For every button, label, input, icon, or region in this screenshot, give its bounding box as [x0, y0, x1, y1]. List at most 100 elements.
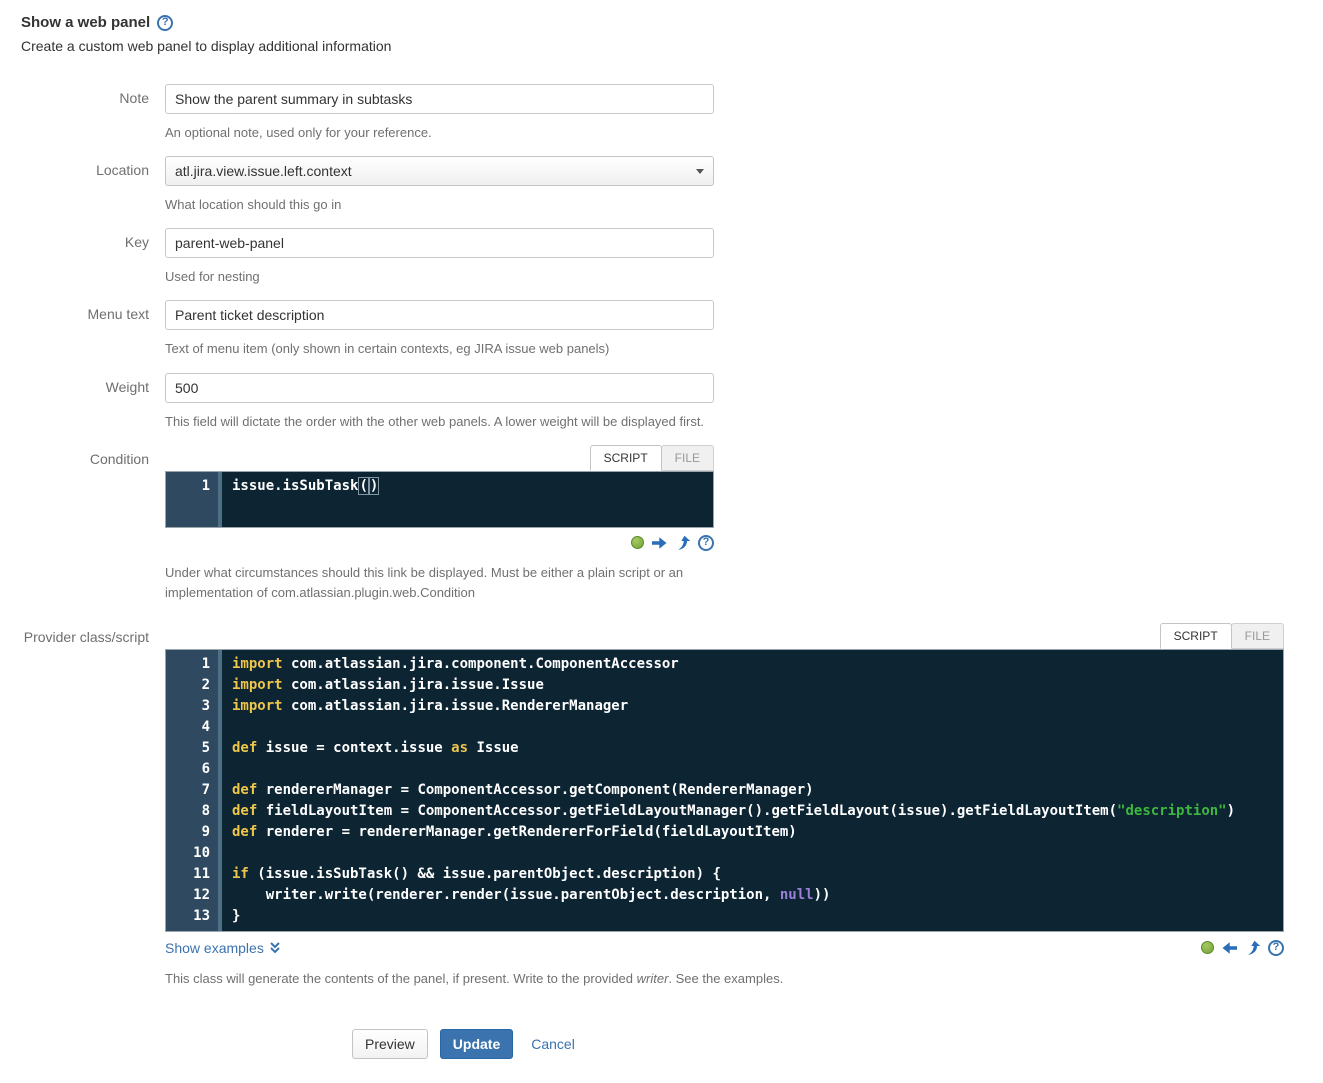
condition-help: Under what circumstances should this lin…: [165, 563, 705, 603]
code-line: 10: [166, 843, 1283, 864]
line-number: 3: [166, 696, 218, 717]
page-title: Show a web panel: [21, 14, 150, 31]
code-text: def rendererManager = ComponentAccessor.…: [218, 780, 814, 801]
code-text: [218, 717, 232, 738]
provider-row: Provider class/script SCRIPT FILE 1impor…: [21, 623, 1302, 989]
note-help: An optional note, used only for your ref…: [165, 123, 714, 143]
code-text: import com.atlassian.jira.issue.Renderer…: [218, 696, 628, 717]
code-line: 13}: [166, 906, 1283, 927]
provider-editor-footer: Show examples ?: [165, 936, 1284, 960]
arrow-up-curved-icon[interactable]: [675, 535, 691, 551]
menu-text-label: Menu text: [21, 300, 165, 359]
weight-input[interactable]: [165, 373, 714, 403]
double-chevron-down-icon: [269, 941, 281, 954]
location-label: Location: [21, 156, 165, 215]
line-number: 13: [166, 906, 218, 927]
arrow-left-icon[interactable]: [1221, 940, 1238, 956]
code-line: 5def issue = context.issue as Issue: [166, 738, 1283, 759]
code-line: 9def renderer = rendererManager.getRende…: [166, 822, 1283, 843]
weight-label: Weight: [21, 373, 165, 432]
code-line: 3import com.atlassian.jira.issue.Rendere…: [166, 696, 1283, 717]
update-button[interactable]: Update: [440, 1029, 513, 1059]
condition-code-editor[interactable]: 1issue.isSubTask(): [165, 471, 714, 528]
title-help-icon[interactable]: ?: [157, 15, 173, 31]
code-line: 11if (issue.isSubTask() && issue.parentO…: [166, 864, 1283, 885]
code-line: 8def fieldLayoutItem = ComponentAccessor…: [166, 801, 1283, 822]
provider-tab-script[interactable]: SCRIPT: [1160, 623, 1232, 649]
key-input[interactable]: [165, 228, 714, 258]
provider-help-writer: writer: [637, 971, 669, 986]
code-line: 7def rendererManager = ComponentAccessor…: [166, 780, 1283, 801]
condition-label: Condition: [21, 445, 165, 603]
code-text: [218, 759, 232, 780]
show-examples-label: Show examples: [165, 940, 264, 956]
show-examples-link[interactable]: Show examples: [165, 940, 281, 956]
provider-help: This class will generate the contents of…: [165, 969, 1284, 989]
line-number: 1: [166, 654, 218, 675]
location-help: What location should this go in: [165, 195, 714, 215]
code-text: import com.atlassian.jira.component.Comp…: [218, 654, 679, 675]
menu-text-help: Text of menu item (only shown in certain…: [165, 339, 714, 359]
weight-help: This field will dictate the order with t…: [165, 412, 714, 432]
form-button-bar: Preview Update Cancel: [352, 1029, 1302, 1059]
location-select[interactable]: atl.jira.view.issue.left.context: [165, 156, 714, 186]
caret-down-icon: [696, 169, 704, 174]
code-line: 2import com.atlassian.jira.issue.Issue: [166, 675, 1283, 696]
code-text: def renderer = rendererManager.getRender…: [218, 822, 797, 843]
code-line: 12 writer.write(renderer.render(issue.pa…: [166, 885, 1283, 906]
location-select-value: atl.jira.view.issue.left.context: [175, 163, 352, 179]
menu-text-row: Menu text Text of menu item (only shown …: [21, 300, 1302, 359]
code-line: 4: [166, 717, 1283, 738]
preview-button[interactable]: Preview: [352, 1029, 428, 1059]
line-number: 1: [166, 476, 218, 497]
code-text: }: [218, 906, 240, 927]
page-subtitle: Create a custom web panel to display add…: [21, 38, 1302, 54]
provider-help-icon[interactable]: ?: [1268, 940, 1284, 956]
condition-tab-file[interactable]: FILE: [661, 445, 714, 471]
note-row: Note An optional note, used only for you…: [21, 84, 1302, 143]
provider-code-editor[interactable]: 1import com.atlassian.jira.component.Com…: [165, 649, 1284, 932]
arrow-right-icon[interactable]: [651, 535, 668, 551]
location-row: Location atl.jira.view.issue.left.contex…: [21, 156, 1302, 215]
code-text: [218, 843, 232, 864]
note-input[interactable]: [165, 84, 714, 114]
script-status-dot-icon: [631, 536, 644, 549]
script-status-dot-icon: [1201, 941, 1214, 954]
provider-tab-file[interactable]: FILE: [1231, 623, 1284, 649]
provider-label: Provider class/script: [21, 623, 165, 989]
code-line: 6: [166, 759, 1283, 780]
condition-tab-bar: SCRIPT FILE: [165, 445, 714, 471]
provider-editor-actions: ?: [1201, 937, 1284, 959]
provider-tab-bar: SCRIPT FILE: [165, 623, 1284, 649]
key-label: Key: [21, 228, 165, 287]
key-help: Used for nesting: [165, 267, 714, 287]
note-label: Note: [21, 84, 165, 143]
code-text: def issue = context.issue as Issue: [218, 738, 519, 759]
condition-tab-script[interactable]: SCRIPT: [590, 445, 662, 471]
condition-editor-actions: ?: [165, 532, 714, 554]
code-text: import com.atlassian.jira.issue.Issue: [218, 675, 544, 696]
menu-text-input[interactable]: [165, 300, 714, 330]
condition-row: Condition SCRIPT FILE 1issue.isSubTask()…: [21, 445, 1302, 603]
line-number: 10: [166, 843, 218, 864]
code-text: def fieldLayoutItem = ComponentAccessor.…: [218, 801, 1235, 822]
provider-help-text-end: . See the examples.: [668, 971, 783, 986]
line-number: 8: [166, 801, 218, 822]
line-number: 4: [166, 717, 218, 738]
condition-help-icon[interactable]: ?: [698, 535, 714, 551]
line-number: 11: [166, 864, 218, 885]
weight-row: Weight This field will dictate the order…: [21, 373, 1302, 432]
line-number: 7: [166, 780, 218, 801]
line-number: 6: [166, 759, 218, 780]
line-number: 2: [166, 675, 218, 696]
line-number: 5: [166, 738, 218, 759]
code-text: if (issue.isSubTask() && issue.parentObj…: [218, 864, 721, 885]
arrow-up-curved-icon[interactable]: [1245, 940, 1261, 956]
line-number: 12: [166, 885, 218, 906]
web-panel-form: Show a web panel ? Create a custom web p…: [0, 0, 1323, 1083]
code-text: writer.write(renderer.render(issue.paren…: [218, 885, 830, 906]
code-text: issue.isSubTask(): [218, 476, 379, 497]
cancel-button[interactable]: Cancel: [525, 1035, 581, 1053]
code-line: 1issue.isSubTask(): [166, 476, 713, 497]
code-line: 1import com.atlassian.jira.component.Com…: [166, 654, 1283, 675]
